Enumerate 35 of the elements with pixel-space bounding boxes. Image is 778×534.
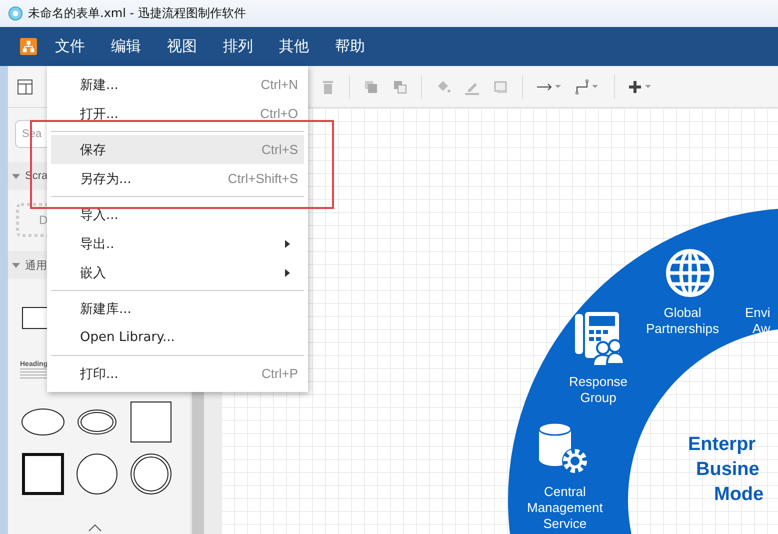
menu-option[interactable]: 嵌入 [51,258,304,287]
waypoint-icon[interactable] [575,78,601,94]
menu-option[interactable]: Open Library... [51,323,304,352]
ring-label: Central Management Service [527,484,603,532]
menu-item[interactable]: 其他 [279,37,309,56]
circle-shape[interactable] [76,453,118,495]
window-title: 未命名的表单.xml - 迅捷流程图制作软件 [28,5,246,22]
menu-option[interactable]: 新建库... [51,294,304,323]
menu-option[interactable]: 另存为... Ctrl+Shift+S [51,164,304,193]
app-icon [8,6,23,21]
center-title: Enterpr [688,433,756,457]
add-icon[interactable] [628,78,654,94]
menu-option[interactable]: 打印... Ctrl+P [51,359,304,388]
menu-item[interactable]: 文件 [55,37,85,56]
menu-item[interactable]: 排列 [223,37,253,56]
globe-icon [665,248,715,298]
menu-item[interactable]: 编辑 [111,37,141,56]
collapse-caret-icon[interactable] [88,524,102,532]
layout-icon[interactable] [17,78,33,94]
square-shape[interactable] [130,401,172,443]
logo-icon [20,38,37,55]
double-circle-shape[interactable] [130,453,172,495]
menu-option[interactable]: 新建... Ctrl+N [51,70,304,99]
double-ellipse-shape[interactable] [75,407,119,437]
thick-square-shape[interactable] [22,453,64,495]
center-title: Mode [714,483,764,507]
ring-label: Global Partnerships [646,305,719,337]
center-title: Busine [696,458,760,482]
menu-option[interactable]: 保存 Ctrl+S [51,135,304,164]
ellipse-shape[interactable] [21,407,65,437]
phone-people-icon [573,310,625,366]
menu-item[interactable]: 视图 [167,37,197,56]
menu-item[interactable]: 帮助 [335,37,365,56]
ring-label: Response Group [569,374,628,406]
menu-option[interactable]: 打开... Ctrl+O [51,99,304,128]
